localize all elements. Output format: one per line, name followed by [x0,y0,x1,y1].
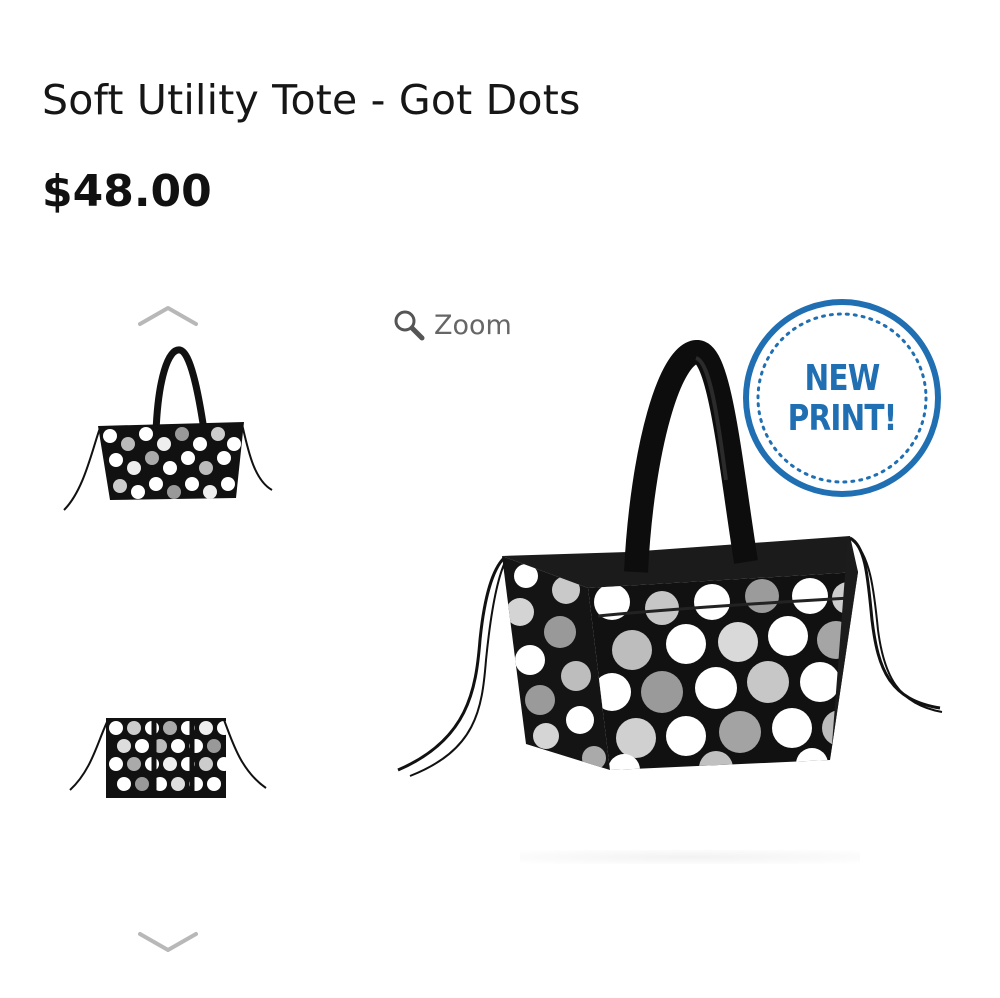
new-print-badge: NEW PRINT! [742,298,942,498]
product-price: $48.00 [42,166,212,217]
product-title: Soft Utility Tote - Got Dots [42,76,581,124]
tote-front-thumbnail-image [63,346,273,511]
magnifier-icon [394,310,425,341]
thumbnail-scroll-up-button[interactable] [136,300,200,330]
thumbnail-tote-top[interactable] [62,700,272,820]
thumbnail-tote-front[interactable] [58,340,278,530]
chevron-down-icon [138,932,198,952]
tote-top-thumbnail-image [69,718,267,798]
badge-line-2: PRINT! [787,398,898,439]
zoom-button[interactable]: Zoom [392,308,512,342]
badge-line-1: NEW [804,358,881,399]
thumbnail-scroll-down-button[interactable] [136,926,200,956]
chevron-up-icon [138,306,198,326]
image-floor-shadow [520,850,860,864]
zoom-label: Zoom [434,309,512,341]
